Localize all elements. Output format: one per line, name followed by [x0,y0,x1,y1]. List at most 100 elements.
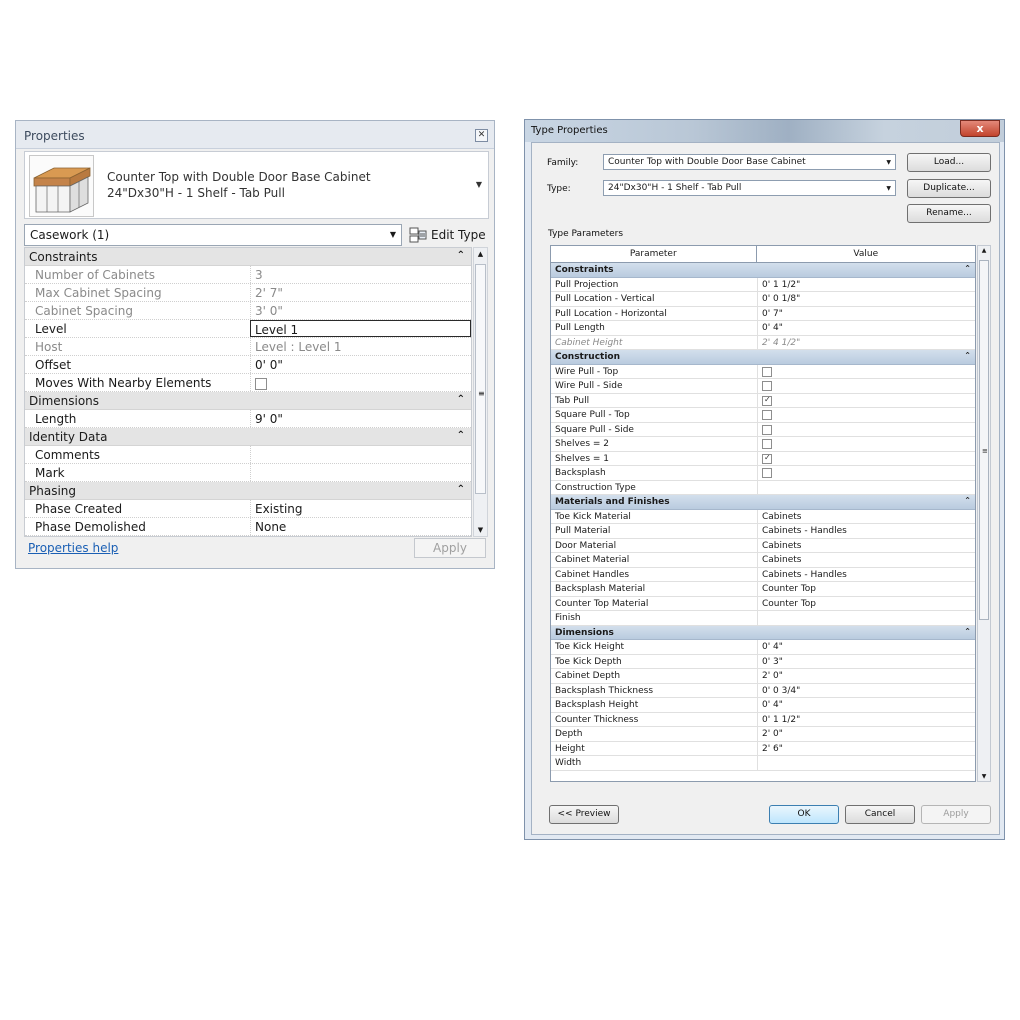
property-row-host: Host Level : Level 1 [25,338,471,356]
parameter-value[interactable] [757,437,975,451]
edit-type-button[interactable]: Edit Type [409,224,486,246]
duplicate-button[interactable]: Duplicate... [907,179,991,198]
parameter-column-header[interactable]: Parameter [551,246,757,263]
property-value[interactable]: 0' 0" [250,356,471,373]
property-value[interactable] [250,446,471,463]
parameter-value[interactable]: 0' 4" [757,698,975,712]
preview-button[interactable]: << Preview [549,805,619,824]
parameter-row-door-material: Door Material Cabinets [551,538,975,553]
parameter-value[interactable]: 0' 4" [757,640,975,654]
parameter-value[interactable]: 0' 0 1/8" [757,292,975,306]
parameter-value[interactable]: 2' 6" [757,741,975,756]
close-icon[interactable]: ✕ [475,129,488,142]
parameter-value[interactable] [757,451,975,466]
scroll-down-icon[interactable]: ▼ [474,526,487,534]
checkbox[interactable] [762,410,772,420]
checkbox[interactable] [762,439,772,449]
properties-scrollbar[interactable]: ▲ ≡ ▼ [473,247,488,537]
parameter-value[interactable]: 2' 0" [757,669,975,683]
category-filter-dropdown[interactable]: Casework (1) ▼ [24,224,402,246]
parameter-value[interactable]: 0' 4" [757,321,975,335]
checkbox[interactable] [762,381,772,391]
checkbox[interactable] [762,468,772,478]
property-label: Number of Cabinets [35,268,156,282]
checkbox[interactable] [762,366,772,377]
apply-button[interactable]: Apply [921,805,991,824]
scroll-up-icon[interactable]: ▲ [978,247,990,254]
parameter-value[interactable] [757,422,975,437]
group-header-constraints[interactable]: Constraints ⌃ [25,248,471,266]
group-header-dimensions[interactable]: Dimensions ⌃ [25,392,471,410]
parameter-label: Construction Type [555,482,636,493]
close-icon[interactable]: x [960,120,1000,137]
group-header-dimensions[interactable]: Dimensions ⌃ [551,625,975,640]
family-combobox[interactable]: Counter Top with Double Door Base Cabine… [603,154,896,170]
parameter-value[interactable]: 0' 7" [757,306,975,321]
parameter-value[interactable] [757,480,975,495]
parameter-label: Door Material [555,540,617,551]
group-header-phasing[interactable]: Phasing ⌃ [25,482,471,500]
property-row-level: Level Level 1 [25,320,471,338]
cancel-button[interactable]: Cancel [845,805,915,824]
edit-type-icon [409,227,427,243]
collapse-icon[interactable]: ⌃ [964,351,971,360]
property-value[interactable]: None [250,518,471,535]
parameter-value[interactable] [757,408,975,422]
parameter-value[interactable] [757,364,975,379]
group-header-construction[interactable]: Construction ⌃ [551,350,975,365]
parameter-value[interactable]: Counter Top [757,596,975,611]
collapse-icon[interactable]: ⌃ [457,394,465,405]
chevron-down-icon[interactable]: ▼ [476,180,482,189]
collapse-icon[interactable]: ⌃ [457,250,465,261]
parameter-value[interactable]: Cabinets [757,553,975,567]
property-value[interactable] [250,374,471,391]
value-column-header[interactable]: Value [757,246,975,263]
parameter-value[interactable] [757,379,975,393]
scrollbar-thumb[interactable]: ≡ [475,264,486,494]
parameter-value[interactable]: Counter Top [757,582,975,596]
checkbox[interactable] [762,424,772,435]
apply-button[interactable]: Apply [414,538,486,558]
group-label: Phasing [29,484,77,498]
collapse-icon[interactable]: ⌃ [964,264,971,273]
group-header-identity-data[interactable]: Identity Data ⌃ [25,428,471,446]
checkbox[interactable] [762,453,772,464]
group-header-constraints[interactable]: Constraints ⌃ [551,263,975,278]
collapse-icon[interactable]: ⌃ [457,430,465,441]
parameter-value[interactable] [757,756,975,770]
group-header-materials-and-finishes[interactable]: Materials and Finishes ⌃ [551,495,975,510]
properties-help-link[interactable]: Properties help [28,541,118,555]
parameter-value[interactable]: Cabinets - Handles [757,524,975,538]
collapse-icon[interactable]: ⌃ [964,496,971,505]
rename-button[interactable]: Rename... [907,204,991,223]
parameter-value[interactable]: 0' 0 3/4" [757,683,975,698]
parameter-value[interactable]: 0' 1 1/2" [757,277,975,292]
collapse-icon[interactable]: ⌃ [964,627,971,636]
checkbox[interactable] [762,395,772,406]
type-selector[interactable]: Counter Top with Double Door Base Cabine… [24,151,489,219]
scroll-down-icon[interactable]: ▼ [978,773,990,780]
parameter-value[interactable]: Cabinets [757,538,975,553]
type-combobox[interactable]: 24"Dx30"H - 1 Shelf - Tab Pull ▼ [603,180,896,196]
property-row-length: Length 9' 0" [25,410,471,428]
parameter-value[interactable] [757,611,975,625]
type-parameters-scrollbar[interactable]: ▲ ≡ ▼ [977,245,991,782]
checkbox[interactable] [255,377,267,390]
parameter-value[interactable]: 2' 0" [757,727,975,741]
collapse-icon[interactable]: ⌃ [457,484,465,495]
parameter-value[interactable] [757,466,975,480]
load-button[interactable]: Load... [907,153,991,172]
parameter-value[interactable]: 0' 3" [757,654,975,669]
property-label: Level [35,322,67,336]
property-value[interactable]: 9' 0" [250,410,471,427]
parameter-value[interactable] [757,393,975,408]
parameter-value[interactable]: Cabinets - Handles [757,567,975,582]
ok-button[interactable]: OK [769,805,839,824]
property-value[interactable]: Level 1 [250,320,471,337]
parameter-value[interactable]: Cabinets [757,509,975,524]
property-value[interactable] [250,464,471,481]
scroll-up-icon[interactable]: ▲ [474,250,487,258]
parameter-value[interactable]: 0' 1 1/2" [757,712,975,727]
scrollbar-thumb[interactable]: ≡ [979,260,989,620]
property-value[interactable]: Existing [250,500,471,517]
